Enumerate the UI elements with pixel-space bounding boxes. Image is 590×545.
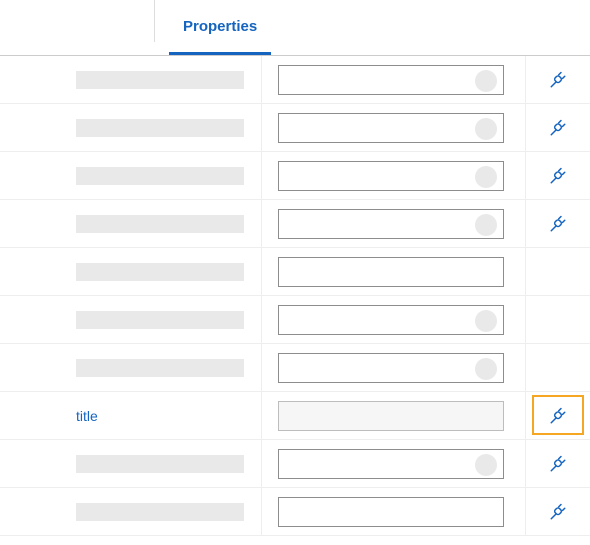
- property-input[interactable]: [278, 497, 504, 527]
- property-label-cell: [0, 152, 262, 199]
- property-label-cell: [0, 440, 262, 487]
- bind-icon[interactable]: [549, 407, 567, 425]
- select-indicator: [475, 166, 497, 188]
- property-label-cell: [0, 200, 262, 247]
- property-row: [0, 344, 590, 392]
- property-select[interactable]: [278, 353, 504, 383]
- property-label-cell: [0, 488, 262, 535]
- property-action-cell: [526, 200, 590, 247]
- property-row: [0, 104, 590, 152]
- property-value-cell: [262, 200, 526, 247]
- property-action-cell: [526, 152, 590, 199]
- property-label[interactable]: title: [76, 408, 98, 424]
- property-value-cell: [262, 296, 526, 343]
- property-action-cell: [526, 488, 590, 535]
- property-row: [0, 56, 590, 104]
- property-label-cell: title: [0, 392, 262, 439]
- bind-icon[interactable]: [549, 503, 567, 521]
- property-select[interactable]: [278, 113, 504, 143]
- property-action-cell: [526, 104, 590, 151]
- property-label-skeleton: [76, 311, 244, 329]
- bind-icon[interactable]: [549, 119, 567, 137]
- bind-icon[interactable]: [549, 71, 567, 89]
- tab-properties[interactable]: Properties: [155, 0, 285, 55]
- property-input: [278, 401, 504, 431]
- property-label-skeleton: [76, 263, 244, 281]
- select-indicator: [475, 454, 497, 476]
- property-action-cell: [526, 56, 590, 103]
- property-label-skeleton: [76, 119, 244, 137]
- bind-icon[interactable]: [549, 167, 567, 185]
- property-value-cell: [262, 56, 526, 103]
- property-row: [0, 296, 590, 344]
- select-indicator: [475, 358, 497, 380]
- property-label-skeleton: [76, 503, 244, 521]
- property-label-cell: [0, 296, 262, 343]
- property-value-cell: [262, 248, 526, 295]
- property-value-cell: [262, 344, 526, 391]
- property-row: [0, 248, 590, 296]
- property-label-cell: [0, 56, 262, 103]
- property-label-skeleton: [76, 71, 244, 89]
- property-value-cell: [262, 488, 526, 535]
- select-indicator: [475, 70, 497, 92]
- property-label-cell: [0, 104, 262, 151]
- property-value-cell: [262, 152, 526, 199]
- property-row: [0, 440, 590, 488]
- tab-spacer: [0, 0, 155, 42]
- property-row: [0, 200, 590, 248]
- property-action-cell: [526, 440, 590, 487]
- property-select[interactable]: [278, 305, 504, 335]
- property-select[interactable]: [278, 161, 504, 191]
- property-row: title: [0, 392, 590, 440]
- property-grid: title: [0, 56, 590, 545]
- property-action-cell: [526, 296, 590, 343]
- property-select[interactable]: [278, 209, 504, 239]
- property-label-skeleton: [76, 167, 244, 185]
- property-value-cell: [262, 440, 526, 487]
- property-row: [0, 152, 590, 200]
- property-action-cell: [526, 344, 590, 391]
- property-action-cell: [526, 392, 590, 439]
- property-label-skeleton: [76, 359, 244, 377]
- select-indicator: [475, 310, 497, 332]
- property-row: [0, 488, 590, 536]
- property-action-cell: [526, 248, 590, 295]
- property-label-skeleton: [76, 455, 244, 473]
- property-select[interactable]: [278, 449, 504, 479]
- property-select[interactable]: [278, 65, 504, 95]
- property-value-cell: [262, 104, 526, 151]
- tabs: Properties: [0, 0, 590, 56]
- bind-icon[interactable]: [549, 455, 567, 473]
- select-indicator: [475, 118, 497, 140]
- property-input[interactable]: [278, 257, 504, 287]
- property-label-skeleton: [76, 215, 244, 233]
- property-label-cell: [0, 248, 262, 295]
- properties-panel: Properties title: [0, 0, 590, 545]
- bind-icon[interactable]: [549, 215, 567, 233]
- property-value-cell: [262, 392, 526, 439]
- property-label-cell: [0, 344, 262, 391]
- select-indicator: [475, 214, 497, 236]
